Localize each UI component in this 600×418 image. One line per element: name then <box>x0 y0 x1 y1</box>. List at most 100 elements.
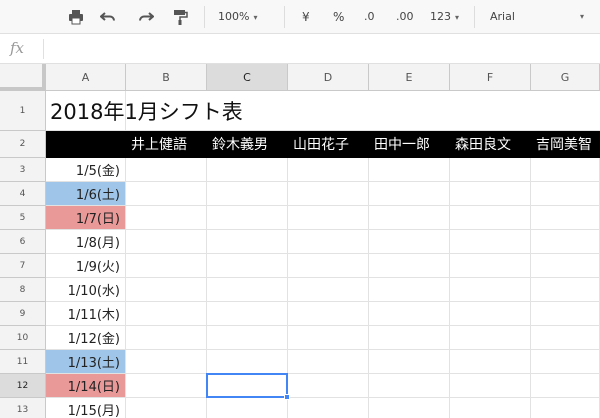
shift-cell[interactable] <box>126 326 207 350</box>
shift-cell[interactable] <box>450 350 531 374</box>
formula-input[interactable] <box>50 38 590 60</box>
date-cell[interactable]: 1/7(日) <box>46 206 126 230</box>
shift-cell[interactable] <box>531 350 600 374</box>
sheet-cell[interactable] <box>531 91 600 131</box>
shift-cell[interactable] <box>369 206 450 230</box>
row-header-2[interactable]: 2 <box>0 131 46 158</box>
shift-cell[interactable] <box>126 302 207 326</box>
decrease-decimal-button[interactable]: .0 <box>364 8 375 26</box>
shift-cell[interactable] <box>369 374 450 398</box>
shift-cell[interactable] <box>450 278 531 302</box>
shift-cell[interactable] <box>450 206 531 230</box>
shift-cell[interactable] <box>126 254 207 278</box>
shift-cell[interactable] <box>288 182 369 206</box>
date-cell[interactable]: 1/8(月) <box>46 230 126 254</box>
shift-cell[interactable] <box>531 230 600 254</box>
sheet-cell[interactable] <box>450 91 531 131</box>
shift-cell[interactable] <box>126 182 207 206</box>
row-header-10[interactable]: 10 <box>0 326 46 350</box>
sheet-cell[interactable] <box>126 91 207 131</box>
zoom-select[interactable]: 100% ▾ <box>218 8 257 26</box>
percent-format-button[interactable]: % <box>333 8 344 26</box>
staff-name-cell[interactable]: 山田花子 <box>288 131 369 158</box>
row-header-7[interactable]: 7 <box>0 254 46 278</box>
shift-cell[interactable] <box>450 158 531 182</box>
undo-icon[interactable] <box>98 7 118 27</box>
staff-name-cell[interactable]: 鈴木義男 <box>207 131 288 158</box>
shift-cell[interactable] <box>450 302 531 326</box>
sheet-title-cell[interactable]: 2018年1月シフト表 <box>46 91 243 131</box>
staff-name-cell[interactable]: 森田良文 <box>450 131 531 158</box>
shift-cell[interactable] <box>288 302 369 326</box>
shift-cell[interactable] <box>207 326 288 350</box>
shift-cell[interactable] <box>369 350 450 374</box>
column-header-e[interactable]: E <box>369 64 450 91</box>
shift-cell[interactable] <box>531 254 600 278</box>
shift-cell[interactable] <box>531 326 600 350</box>
shift-cell[interactable] <box>207 278 288 302</box>
shift-cell[interactable] <box>369 398 450 418</box>
shift-cell[interactable] <box>126 374 207 398</box>
shift-cell[interactable] <box>450 254 531 278</box>
shift-cell[interactable] <box>531 374 600 398</box>
shift-cell[interactable] <box>450 182 531 206</box>
shift-cell[interactable] <box>450 326 531 350</box>
shift-cell[interactable] <box>207 374 288 398</box>
row-header-8[interactable]: 8 <box>0 278 46 302</box>
sheet-cell[interactable] <box>369 91 450 131</box>
shift-cell[interactable] <box>288 398 369 418</box>
shift-cell[interactable] <box>207 398 288 418</box>
row-header-4[interactable]: 4 <box>0 182 46 206</box>
shift-cell[interactable] <box>207 206 288 230</box>
shift-cell[interactable] <box>288 278 369 302</box>
staff-name-cell[interactable]: 吉岡美智 <box>531 131 600 158</box>
column-header-d[interactable]: D <box>288 64 369 91</box>
increase-decimal-button[interactable]: .00 <box>396 8 414 26</box>
staff-name-cell[interactable]: 田中一郎 <box>369 131 450 158</box>
row-header-12[interactable]: 12 <box>0 374 46 398</box>
date-cell[interactable]: 1/6(土) <box>46 182 126 206</box>
sheet-cell[interactable] <box>207 91 288 131</box>
shift-cell[interactable] <box>288 326 369 350</box>
column-header-g[interactable]: G <box>531 64 600 91</box>
row-header-3[interactable]: 3 <box>0 158 46 182</box>
row-header-6[interactable]: 6 <box>0 230 46 254</box>
sheet-cell[interactable] <box>288 91 369 131</box>
shift-cell[interactable] <box>207 302 288 326</box>
font-family-select[interactable]: Arial ▾ <box>490 8 584 26</box>
shift-cell[interactable] <box>207 158 288 182</box>
shift-cell[interactable] <box>126 230 207 254</box>
date-cell[interactable]: 1/15(月) <box>46 398 126 418</box>
shift-cell[interactable] <box>531 158 600 182</box>
shift-cell[interactable] <box>450 398 531 418</box>
more-formats-select[interactable]: 123 ▾ <box>430 8 459 26</box>
shift-cell[interactable] <box>288 254 369 278</box>
date-cell[interactable]: 1/11(木) <box>46 302 126 326</box>
shift-cell[interactable] <box>126 278 207 302</box>
name-header-blank-cell[interactable] <box>46 131 126 158</box>
column-header-c[interactable]: C <box>207 64 288 91</box>
shift-cell[interactable] <box>531 302 600 326</box>
staff-name-cell[interactable]: 井上健語 <box>126 131 207 158</box>
date-cell[interactable]: 1/14(日) <box>46 374 126 398</box>
shift-cell[interactable] <box>288 230 369 254</box>
date-cell[interactable]: 1/13(土) <box>46 350 126 374</box>
select-all-corner[interactable] <box>0 64 46 91</box>
shift-cell[interactable] <box>207 182 288 206</box>
shift-cell[interactable] <box>126 206 207 230</box>
column-header-f[interactable]: F <box>450 64 531 91</box>
date-cell[interactable]: 1/9(火) <box>46 254 126 278</box>
row-header-11[interactable]: 11 <box>0 350 46 374</box>
shift-cell[interactable] <box>288 350 369 374</box>
shift-cell[interactable] <box>369 182 450 206</box>
shift-cell[interactable] <box>288 374 369 398</box>
shift-cell[interactable] <box>531 398 600 418</box>
row-header-13[interactable]: 13 <box>0 398 46 418</box>
shift-cell[interactable] <box>531 182 600 206</box>
shift-cell[interactable] <box>369 278 450 302</box>
shift-cell[interactable] <box>207 350 288 374</box>
redo-icon[interactable] <box>136 7 156 27</box>
fill-handle[interactable] <box>284 394 290 400</box>
shift-cell[interactable] <box>369 326 450 350</box>
column-header-b[interactable]: B <box>126 64 207 91</box>
